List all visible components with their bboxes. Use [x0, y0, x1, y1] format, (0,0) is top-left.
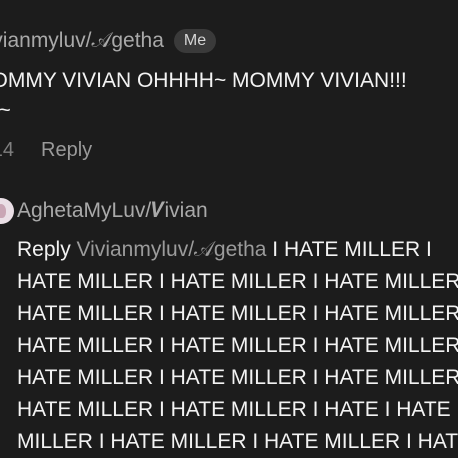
- like-count: 14: [0, 138, 14, 161]
- comment-text-line: HATE MILLER I HATE MILLER I HATE MILLER …: [17, 334, 458, 357]
- comment: Vivianmyluv/𝒜getha Me MOMMY VIVIAN OHHHH…: [0, 26, 458, 162]
- comment-text-line: ~~~: [0, 99, 11, 122]
- reply-button[interactable]: Reply: [41, 139, 92, 162]
- comment-text-line: MILLER I HATE MILLER I HATE MILLER I HAT…: [17, 430, 458, 453]
- reply-prefix: Reply: [17, 238, 71, 261]
- comment-text-line: HATE MILLER I HATE MILLER I HATE MILLER …: [17, 302, 458, 325]
- comment-author[interactable]: AghetaMyLuv/𝑽ivian: [17, 196, 208, 226]
- comment-header: Vivianmyluv/𝒜getha Me: [0, 26, 458, 56]
- comment-actions: 14 Reply: [0, 138, 458, 162]
- comment-text-line: HATE MILLER I HATE MILLER I HATE I HATE: [17, 398, 451, 421]
- comment-text-line: HATE MILLER I HATE MILLER I HATE MILLER …: [17, 270, 458, 293]
- comment-thread: Vivianmyluv/𝒜getha Me MOMMY VIVIAN OHHHH…: [0, 0, 458, 458]
- comment-text-line: MOMMY VIVIAN OHHHH~ MOMMY VIVIAN!!!: [0, 69, 407, 92]
- comment-text-line: HATE MILLER I HATE MILLER I HATE MILLER …: [17, 366, 458, 389]
- comment-text-segment: I HATE MILLER I: [266, 238, 432, 261]
- comment-author[interactable]: Vivianmyluv/𝒜getha: [0, 29, 164, 53]
- avatar[interactable]: [0, 198, 14, 224]
- me-badge: Me: [173, 29, 217, 53]
- mention-link[interactable]: Vivianmyluv/𝒜getha: [77, 238, 267, 261]
- comment-body: Reply Vivianmyluv/𝒜getha I HATE MILLER I…: [17, 234, 458, 458]
- comment-text-line: Reply Vivianmyluv/𝒜getha I HATE MILLER I: [17, 234, 458, 266]
